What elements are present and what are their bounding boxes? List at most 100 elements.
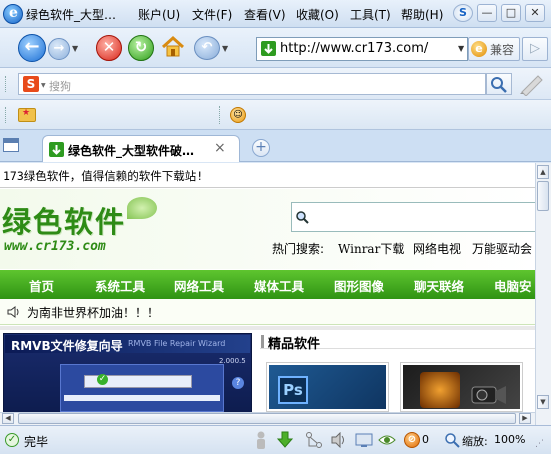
search-button[interactable] bbox=[486, 73, 512, 95]
menu-help[interactable]: 帮助(H) bbox=[401, 6, 443, 23]
tab-favicon-icon bbox=[49, 142, 64, 157]
zoom-icon[interactable] bbox=[444, 432, 460, 448]
stop-button[interactable]: ✕ bbox=[96, 35, 122, 61]
compat-label: 兼容 bbox=[490, 43, 515, 57]
scroll-down-button[interactable]: ▼ bbox=[537, 395, 549, 409]
toolbar-grip[interactable] bbox=[5, 107, 9, 123]
logo-url: www.cr173.com bbox=[4, 239, 106, 254]
sync-icon[interactable]: S bbox=[453, 4, 473, 22]
forward-button[interactable]: → bbox=[48, 38, 70, 60]
hot-search-link[interactable]: Winrar下载 bbox=[338, 240, 404, 257]
h-scroll-thumb[interactable] bbox=[18, 413, 516, 424]
tab-list-button[interactable] bbox=[3, 138, 19, 152]
banner-subtitle: RMVB File Repair Wizard bbox=[128, 339, 226, 348]
menu-account[interactable]: 账户(U) bbox=[138, 6, 180, 23]
arrow-right-icon: → bbox=[53, 41, 65, 56]
site-nav-home[interactable]: 首页 bbox=[29, 276, 54, 295]
site-nav-security[interactable]: 电脑安 bbox=[494, 276, 532, 295]
resize-grip[interactable]: ⋰ bbox=[535, 438, 547, 450]
window-title: 绿色软件_大型… bbox=[26, 8, 117, 22]
done-check-icon: ✓ bbox=[5, 433, 19, 447]
menu-view[interactable]: 查看(V) bbox=[244, 6, 286, 23]
site-nav-graphics[interactable]: 图形图像 bbox=[334, 276, 384, 295]
toolbar-grip[interactable] bbox=[5, 76, 9, 92]
download-icon[interactable] bbox=[277, 431, 293, 449]
back-button[interactable]: ← bbox=[18, 34, 46, 62]
sogou-logo-icon[interactable]: S bbox=[23, 76, 39, 92]
ie-icon: e bbox=[471, 41, 487, 57]
camera-icon bbox=[471, 386, 506, 404]
eye-icon[interactable] bbox=[378, 432, 396, 448]
history-dropdown[interactable]: ▼ bbox=[72, 44, 86, 56]
site-nav-system-tools[interactable]: 系统工具 bbox=[95, 276, 145, 295]
arrow-left-icon: ← bbox=[24, 36, 40, 57]
address-text: http://www.cr173.com/ bbox=[280, 41, 429, 56]
maximize-button[interactable]: □ bbox=[501, 4, 521, 22]
speaker-icon bbox=[7, 306, 19, 318]
chevron-down-icon: ▼ bbox=[72, 44, 79, 53]
tab-close-button[interactable]: × bbox=[214, 140, 226, 156]
home-icon bbox=[161, 35, 185, 57]
site-favicon-icon bbox=[261, 41, 276, 56]
menu-favorites[interactable]: 收藏(O) bbox=[296, 6, 339, 23]
banner-title: RMVB文件修复向导 bbox=[11, 339, 123, 353]
highlight-button[interactable] bbox=[516, 72, 546, 97]
hot-search-link[interactable]: 网络电视 bbox=[413, 240, 461, 257]
minimize-button[interactable]: — bbox=[477, 4, 497, 22]
new-tab-button[interactable]: + bbox=[252, 139, 270, 157]
magnifier-icon bbox=[296, 211, 309, 224]
hot-search-label: 热门搜索: bbox=[272, 242, 325, 256]
blocked-count: 0 bbox=[422, 433, 429, 446]
go-button[interactable]: ▷ bbox=[522, 37, 548, 61]
horizontal-scrollbar[interactable]: ◀ ▶ bbox=[0, 412, 535, 425]
hot-search-link[interactable]: 万能驱动会 bbox=[472, 240, 532, 257]
engine-dropdown[interactable]: ▼ bbox=[41, 82, 46, 89]
undo-dropdown[interactable]: ▼ bbox=[222, 44, 236, 56]
photoshop-icon: Ps bbox=[278, 376, 308, 404]
tab-label: 绿色软件_大型软件破… bbox=[68, 144, 195, 158]
site-search-input[interactable] bbox=[291, 202, 535, 232]
favorites-folder-button[interactable]: ★ bbox=[18, 108, 36, 122]
screen-icon[interactable] bbox=[355, 432, 373, 448]
zoom-value[interactable]: 100% bbox=[494, 433, 525, 446]
undo-close-button[interactable]: ↶ bbox=[194, 36, 220, 60]
search-input[interactable]: 搜狗 bbox=[49, 78, 71, 94]
stop-icon: ✕ bbox=[102, 38, 116, 56]
zoom-label: 缩放: bbox=[462, 435, 488, 448]
network-icon[interactable] bbox=[305, 431, 323, 449]
window-icon bbox=[4, 139, 18, 143]
announcement-text[interactable]: 为南非世界杯加油！！！ bbox=[27, 304, 159, 321]
undo-icon: ↶ bbox=[201, 40, 213, 55]
home-button[interactable] bbox=[160, 34, 186, 60]
play-arrow-icon: ▷ bbox=[530, 41, 540, 56]
site-logo[interactable]: 绿色软件 bbox=[2, 199, 126, 241]
person-icon[interactable] bbox=[254, 430, 268, 450]
menu-file[interactable]: 文件(F) bbox=[192, 6, 232, 23]
toolbar-separator bbox=[219, 106, 223, 124]
chevron-down-icon: ▼ bbox=[222, 44, 229, 53]
site-nav-network-tools[interactable]: 网络工具 bbox=[174, 276, 224, 295]
plus-icon: + bbox=[255, 139, 267, 155]
scroll-left-button[interactable]: ◀ bbox=[2, 413, 14, 424]
address-dropdown[interactable]: ▼ bbox=[458, 44, 464, 53]
search-field[interactable] bbox=[18, 73, 486, 95]
plugin-icon[interactable]: ☺ bbox=[230, 107, 246, 123]
popup-blocker-icon[interactable]: ⊘ bbox=[404, 432, 420, 448]
status-text: 完毕 bbox=[24, 435, 49, 449]
star-icon: ★ bbox=[22, 108, 31, 118]
refresh-icon: ↻ bbox=[134, 38, 148, 56]
vertical-scrollbar[interactable]: ▲ ▼ bbox=[535, 163, 551, 425]
page-viewport: 173绿色软件，值得信赖的软件下载站! 绿色软件 www.cr173.com 热… bbox=[0, 163, 535, 412]
site-nav-chat[interactable]: 聊天联络 bbox=[414, 276, 464, 295]
refresh-button[interactable]: ↻ bbox=[128, 35, 154, 61]
magnifier-icon bbox=[491, 77, 507, 93]
window-controls: S — □ ✕ bbox=[453, 4, 547, 24]
volume-icon[interactable] bbox=[330, 432, 348, 448]
scroll-right-button[interactable]: ▶ bbox=[519, 413, 531, 424]
pen-icon bbox=[520, 75, 543, 97]
scroll-thumb[interactable] bbox=[537, 181, 549, 211]
menu-tools[interactable]: 工具(T) bbox=[350, 6, 391, 23]
scroll-up-button[interactable]: ▲ bbox=[537, 165, 549, 179]
site-nav-media-tools[interactable]: 媒体工具 bbox=[254, 276, 304, 295]
close-button[interactable]: ✕ bbox=[525, 4, 545, 22]
